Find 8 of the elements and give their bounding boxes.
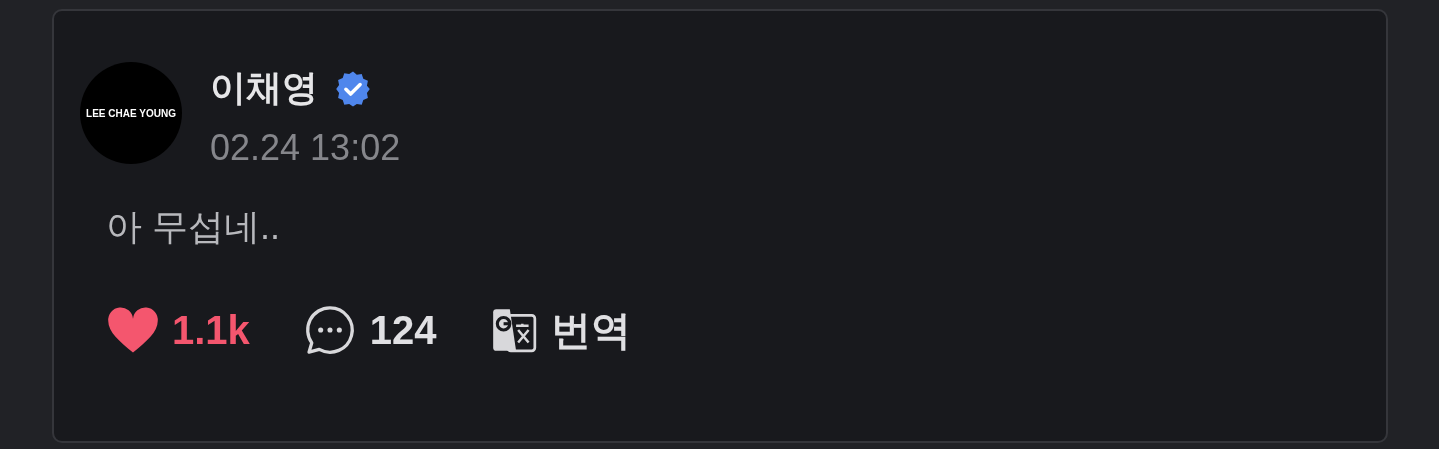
avatar-logo: LEE CHAE YOUNG xyxy=(80,62,182,164)
heart-icon xyxy=(106,305,160,355)
post-text: 아 무섭네.. xyxy=(106,205,281,249)
author-name: 이채영 xyxy=(210,66,318,110)
like-button[interactable]: 1.1k xyxy=(106,305,250,355)
post-time: 02.24 13:02 xyxy=(210,127,401,169)
translate-button[interactable]: 번역 xyxy=(488,302,631,358)
comment-button[interactable]: 124 xyxy=(301,302,437,358)
